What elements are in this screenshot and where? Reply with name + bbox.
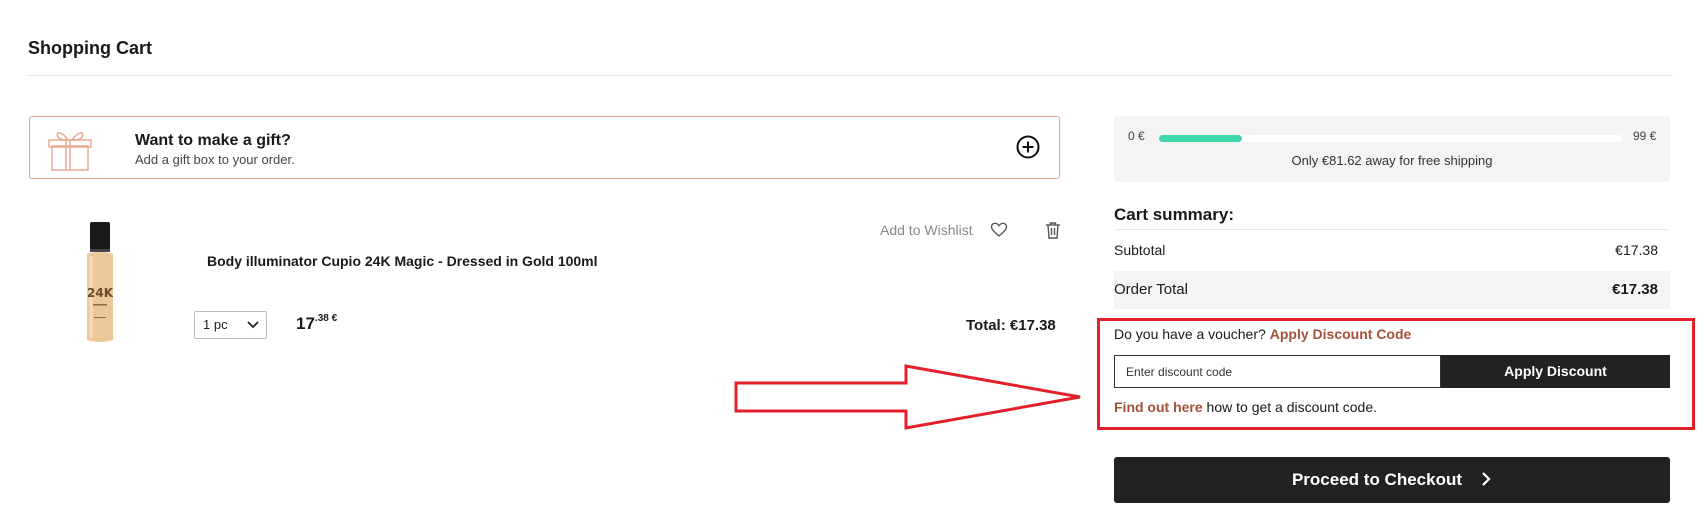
gift-box-banner[interactable]: Want to make a gift? Add a gift box to y… <box>29 116 1060 179</box>
order-total-label: Order Total <box>1114 281 1188 298</box>
chevron-down-icon <box>247 321 259 329</box>
checkout-label: Proceed to Checkout <box>1291 470 1463 489</box>
order-total-row: Order Total €17.38 <box>1114 271 1670 309</box>
plus-circle-icon[interactable] <box>1016 135 1040 159</box>
line-total: Total: €17.38 <box>966 317 1056 334</box>
gift-subtitle: Add a gift box to your order. <box>135 152 295 167</box>
free-shipping-progress: 0 € 99 € Only €81.62 away for free shipp… <box>1114 116 1670 182</box>
cart-summary-title: Cart summary: <box>1114 205 1234 224</box>
order-total-value: €17.38 <box>1612 281 1658 298</box>
unit-price: 17.38 € <box>296 313 338 334</box>
progress-max-label: 99 € <box>1633 129 1657 143</box>
subtotal-row: Subtotal €17.38 <box>1114 236 1670 266</box>
line-total-value: €17.38 <box>1009 317 1056 334</box>
heart-icon[interactable] <box>990 221 1008 239</box>
progress-fill <box>1159 135 1243 142</box>
subtotal-value: €17.38 <box>1615 242 1658 258</box>
product-name[interactable]: Body illuminator Cupio 24K Magic - Dress… <box>207 253 598 269</box>
price-decimal: .38 € <box>314 313 338 324</box>
title-divider <box>28 75 1673 76</box>
progress-track <box>1159 135 1622 142</box>
proceed-to-checkout-button[interactable]: Proceed to Checkout <box>1114 457 1670 503</box>
chevron-right-icon <box>1482 471 1491 486</box>
gift-title: Want to make a gift? <box>135 132 291 149</box>
price-integer: 17 <box>296 314 315 333</box>
subtotal-label: Subtotal <box>1114 242 1166 258</box>
quantity-value: 1 pc <box>203 317 228 332</box>
add-to-wishlist-link[interactable]: Add to Wishlist <box>880 222 973 238</box>
summary-divider <box>1114 229 1670 230</box>
gift-icon <box>48 132 92 171</box>
page-title: Shopping Cart <box>28 38 152 58</box>
line-total-label: Total: <box>966 317 1006 334</box>
product-image[interactable]: 24K <box>84 222 116 344</box>
quantity-select[interactable]: 1 pc <box>194 311 267 339</box>
progress-min-label: 0 € <box>1128 129 1145 143</box>
svg-text:24K: 24K <box>87 286 114 300</box>
trash-icon[interactable] <box>1045 221 1061 239</box>
free-shipping-message: Only €81.62 away for free shipping <box>1291 153 1493 168</box>
highlight-frame <box>1097 318 1695 430</box>
annotation-arrow-icon <box>734 364 1081 430</box>
